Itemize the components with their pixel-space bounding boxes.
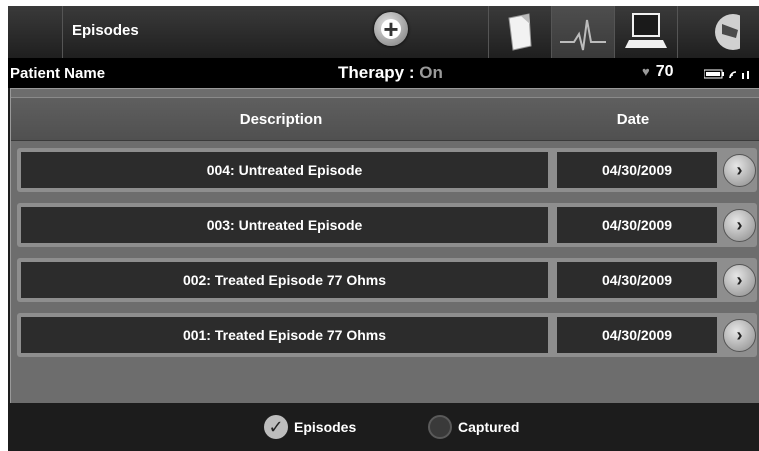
battery-signal-icon [704, 69, 749, 79]
app-screen: Episodes + Patient Name Therapy: On ♥ 7… [8, 6, 759, 451]
heart-icon: ♥ [642, 64, 650, 79]
episode-date: 04/30/2009 [557, 152, 717, 188]
checkmark-icon: ✓ [264, 415, 288, 439]
status-bar: Patient Name Therapy : On ♥ 70 [8, 58, 759, 88]
notes-icon[interactable] [489, 6, 551, 58]
heart-rate-value: 70 [655, 63, 674, 80]
episodes-table: Description Date 004: Untreated Episode … [10, 88, 759, 404]
divider [62, 6, 63, 58]
chevron-right-icon[interactable]: › [723, 264, 756, 297]
episodes-option[interactable]: ✓ Episodes [264, 415, 356, 439]
episodes-option-label: Episodes [294, 419, 357, 435]
column-header-date: Date [616, 111, 650, 128]
captured-option[interactable]: Captured [428, 415, 519, 439]
page-title: Episodes [72, 22, 139, 39]
table-row[interactable]: 001: Treated Episode 77 Ohms 04/30/2009 … [17, 313, 757, 357]
therapy-value: On [419, 63, 443, 82]
column-header-description: Description [239, 111, 323, 128]
table-row[interactable]: 004: Untreated Episode 04/30/2009 › [17, 148, 757, 192]
computer-icon[interactable] [615, 6, 677, 58]
episode-date: 04/30/2009 [557, 262, 717, 298]
episode-description: 004: Untreated Episode [21, 152, 548, 188]
wand-icon[interactable] [678, 6, 751, 58]
episode-description: 001: Treated Episode 77 Ohms [21, 317, 548, 353]
top-bar: Episodes + [8, 6, 759, 58]
therapy-label: Therapy : [338, 63, 420, 82]
ecg-icon[interactable] [552, 6, 614, 58]
therapy-status: Therapy : On [338, 63, 443, 83]
table-row[interactable]: 002: Treated Episode 77 Ohms 04/30/2009 … [17, 258, 757, 302]
chevron-right-icon[interactable]: › [723, 209, 756, 242]
table-row[interactable]: 003: Untreated Episode 04/30/2009 › [17, 203, 757, 247]
filter-bar: ✓ Episodes Captured [8, 403, 759, 451]
patient-name: Patient Name [10, 65, 106, 82]
chevron-right-icon[interactable]: › [723, 154, 756, 187]
episode-description: 003: Untreated Episode [21, 207, 548, 243]
episode-date: 04/30/2009 [557, 207, 717, 243]
captured-option-label: Captured [458, 419, 520, 435]
heart-rate: ♥ 70 [642, 63, 674, 81]
episode-description: 002: Treated Episode 77 Ohms [21, 262, 548, 298]
table-header: Description Date [11, 97, 759, 141]
episode-date: 04/30/2009 [557, 317, 717, 353]
add-button[interactable]: + [374, 12, 408, 46]
chevron-right-icon[interactable]: › [723, 319, 756, 352]
plus-icon: + [383, 14, 399, 44]
radio-empty-icon [428, 415, 452, 439]
